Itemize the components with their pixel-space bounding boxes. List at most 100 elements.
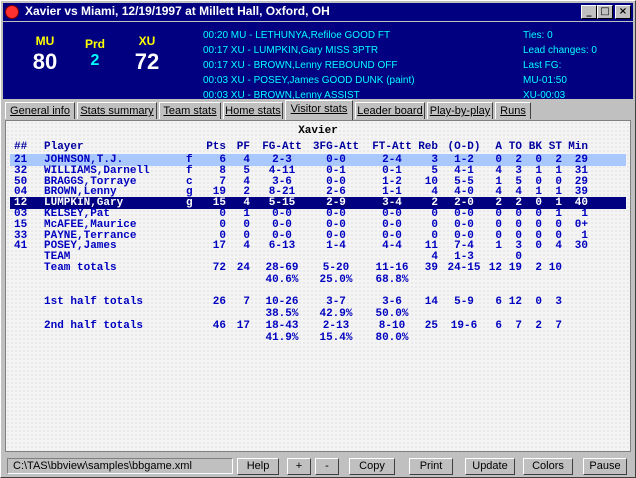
lead-changes-text: Lead changes: 0 <box>523 45 597 56</box>
cell-fg3: 5-20 <box>322 262 350 275</box>
ties-text: Ties: 0 <box>523 30 553 41</box>
percent-row[interactable]: 40.6% 25.0% 68.8% <box>10 274 626 286</box>
cell-st: 3 <box>555 296 562 309</box>
cell-pf: 7 <box>243 296 250 309</box>
maximize-button[interactable]: □ <box>597 5 613 19</box>
cell-fg3-pct: 25.0% <box>319 274 353 287</box>
column-header: Min <box>568 141 588 153</box>
close-button[interactable]: × <box>615 5 631 19</box>
cell-od: 19-6 <box>450 320 478 333</box>
app-icon[interactable] <box>5 5 19 19</box>
tab-runs[interactable]: Runs <box>495 102 531 119</box>
cell-ft-pct: 68.8% <box>375 274 409 287</box>
table-header: ## Player Pts PF FG-Att 3FG-Att FT-Att Reb (O-D)… <box>10 141 626 153</box>
totals-label: 2nd half totals <box>44 320 144 333</box>
tab-leader-board[interactable]: Leader board <box>355 102 425 119</box>
last-fg-home: MU-01:50 <box>523 75 567 86</box>
cell-fg3-pct: 42.9% <box>319 308 353 321</box>
cell-fg-pct: 38.5% <box>265 308 299 321</box>
tab-home-stats[interactable]: Home stats <box>223 102 283 119</box>
cell-bk: 0 <box>535 296 542 309</box>
cell-ft: 3-6 <box>382 296 402 309</box>
play-by-play-feed: 00:20 MU - LETHUNYA,Refiloe GOOD FT 00:1… <box>203 28 415 103</box>
cell-pts: 46 <box>212 320 226 333</box>
totals-row[interactable]: Team totals 72 24 28-69 5-20 11-16 39 24-15 12 19… <box>10 262 626 274</box>
minimize-button[interactable]: _ <box>581 5 597 19</box>
cell-fg3: 3-7 <box>326 296 346 309</box>
last-fg-away: XU-00:03 <box>523 90 566 101</box>
cell-fg: 18-43 <box>265 320 299 333</box>
pbp-line: 00:17 XU - BROWN,Lenny REBOUND OFF <box>203 60 398 71</box>
tab-visitor-stats[interactable]: Visitor stats <box>285 100 353 120</box>
team-name-heading: Xavier <box>298 125 338 137</box>
cell-od: 24-15 <box>447 262 481 275</box>
cell-ft: 11-16 <box>375 262 409 275</box>
totals-row[interactable]: 1st half totals 26 7 10-26 3-7 3-6 14 5-9 6 12 0 3 <box>10 296 626 308</box>
column-header: FT-Att <box>372 141 412 153</box>
away-score: 72 <box>134 49 160 74</box>
pbp-line: 00:03 XU - POSEY,James GOOD DUNK (paint) <box>203 75 415 86</box>
cell-a: 12 <box>488 262 502 275</box>
column-header: PF <box>236 141 250 153</box>
cell-a: 6 <box>495 296 502 309</box>
home-score: 80 <box>32 49 58 74</box>
column-header: Pts <box>206 141 226 153</box>
cell-bk: 2 <box>535 320 542 333</box>
cell-fg-pct: 40.6% <box>265 274 299 287</box>
app-window: Xavier vs Miami, 12/19/1997 at Millett H… <box>0 0 636 478</box>
visitor-stats-panel: Xavier ## Player Pts PF FG-Att 3FG-Att FT-Att R… <box>5 120 631 452</box>
game-stats: Ties: 0 Lead changes: 0 Last FG: MU-01:5… <box>523 28 597 103</box>
cell-fg-pct: 41.9% <box>265 332 299 345</box>
cell-bk: 2 <box>535 262 542 275</box>
pause-button[interactable]: Pause <box>583 458 627 475</box>
cell-ft: 8-10 <box>378 320 406 333</box>
cell-pf: 17 <box>236 320 250 333</box>
file-path-field: C:\TAS\bbview\samples\bbgame.xml <box>7 458 233 474</box>
cell-pf: 24 <box>236 262 250 275</box>
zoom-in-button[interactable]: + <box>287 458 311 475</box>
cell-st: 7 <box>555 320 562 333</box>
cell-reb: 25 <box>424 320 438 333</box>
window-title: Xavier vs Miami, 12/19/1997 at Millett H… <box>25 4 330 18</box>
pbp-line: 00:17 XU - LUMPKIN,Gary MISS 3PTR <box>203 45 379 56</box>
cell-to: 19 <box>508 262 522 275</box>
cell-ft-pct: 50.0% <box>375 308 409 321</box>
tab-general-info[interactable]: General info <box>5 102 75 119</box>
away-team-abbr: XU <box>138 34 156 48</box>
cell-ft-pct: 80.0% <box>375 332 409 345</box>
period-label: Prd <box>84 37 105 51</box>
column-header: BK <box>528 141 542 153</box>
print-button[interactable]: Print <box>409 458 453 475</box>
zoom-out-button[interactable]: - <box>315 458 339 475</box>
totals-row[interactable]: 2nd half totals 46 17 18-43 2-13 8-10 25 19-6 6 7… <box>10 320 626 332</box>
help-button[interactable]: Help <box>237 458 279 475</box>
home-team-abbr: MU <box>35 34 55 48</box>
column-header: 3FG-Att <box>312 141 360 153</box>
column-header: ST <box>548 141 562 153</box>
tab-team-stats[interactable]: Team stats <box>159 102 221 119</box>
copy-button[interactable]: Copy <box>349 458 395 475</box>
tab-play-by-play[interactable]: Play-by-play <box>427 102 493 119</box>
cell-pts: 26 <box>212 296 226 309</box>
column-header: Reb <box>418 141 438 153</box>
cell-st: 10 <box>548 262 562 275</box>
cell-fg3: 2-13 <box>322 320 350 333</box>
pbp-line: 00:20 MU - LETHUNYA,Refiloe GOOD FT <box>203 30 391 41</box>
cell-to: 12 <box>508 296 522 309</box>
percent-row[interactable]: 38.5% 42.9% 50.0% <box>10 308 626 320</box>
column-header: (O-D) <box>447 141 481 153</box>
cell-fg: 28-69 <box>265 262 299 275</box>
percent-row[interactable]: 41.9% 15.4% 80.0% <box>10 332 626 344</box>
cell-od: 5-9 <box>454 296 474 309</box>
column-header: Player <box>44 141 84 153</box>
update-button[interactable]: Update <box>465 458 515 475</box>
tab-stats-summary[interactable]: Stats summary <box>77 102 157 119</box>
cell-fg3-pct: 15.4% <box>319 332 353 345</box>
column-header: A <box>495 141 502 153</box>
totals-label: Team totals <box>44 262 117 275</box>
title-bar[interactable]: Xavier vs Miami, 12/19/1997 at Millett H… <box>3 3 633 21</box>
column-header: FG-Att <box>262 141 302 153</box>
column-header: ## <box>14 141 28 153</box>
colors-button[interactable]: Colors <box>523 458 573 475</box>
cell-reb: 14 <box>424 296 438 309</box>
